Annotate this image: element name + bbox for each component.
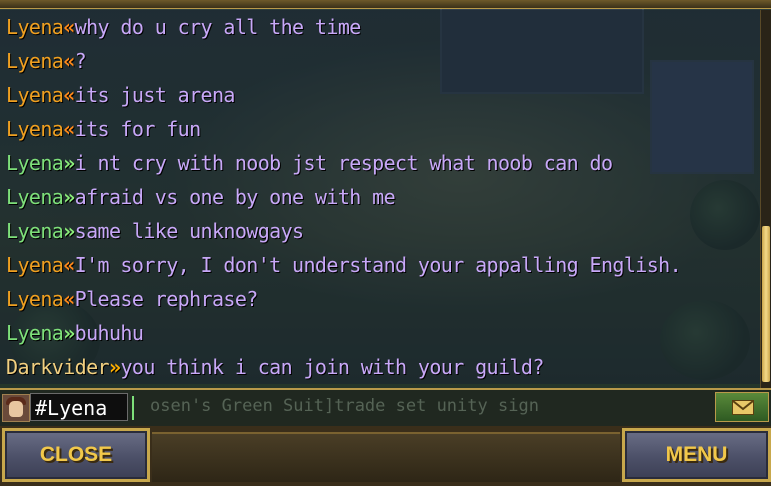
text-caret: [132, 396, 134, 420]
chat-message-text: buhuhu: [74, 321, 144, 345]
chat-message: Lyena«its just arena: [0, 78, 760, 112]
player-avatar-icon: [2, 394, 30, 422]
chat-message-text: Please rephrase?: [74, 287, 259, 311]
envelope-icon: [732, 400, 754, 415]
chat-sender-name[interactable]: Lyena: [6, 185, 64, 209]
close-button[interactable]: CLOSE: [2, 428, 150, 482]
chat-scrollbar[interactable]: [760, 10, 771, 388]
world-overlay-text: osen's Green Suit]trade set unity sign: [150, 396, 539, 416]
bottom-bar-middle: [152, 432, 620, 482]
top-frame-strip: [0, 0, 771, 9]
chat-sender-name[interactable]: Lyena: [6, 287, 64, 311]
outgoing-arrow-icon: »: [108, 355, 121, 379]
chat-message-text: why do u cry all the time: [74, 15, 362, 39]
incoming-arrow-icon: «: [63, 117, 75, 141]
chat-message-text: you think i can join with your guild?: [120, 355, 544, 379]
incoming-arrow-icon: «: [63, 49, 75, 73]
chat-message-text: i nt cry with noob jst respect what noob…: [74, 151, 613, 175]
chat-message: Darkvider»you think i can join with your…: [0, 350, 760, 384]
chat-sender-name[interactable]: Lyena: [6, 321, 64, 345]
chat-message-text: its for fun: [74, 117, 201, 141]
chat-sender-name[interactable]: Lyena: [6, 117, 64, 141]
chat-message: Lyena«its for fun: [0, 112, 760, 146]
chat-message-text: its just arena: [74, 83, 236, 107]
chat-sender-name[interactable]: Darkvider: [6, 355, 110, 379]
chat-sender-name[interactable]: Lyena: [6, 219, 64, 243]
chat-message-text: I'm sorry, I don't understand your appal…: [74, 253, 682, 277]
outgoing-arrow-icon: »: [63, 151, 75, 175]
scrollbar-thumb[interactable]: [762, 226, 770, 382]
incoming-arrow-icon: «: [63, 83, 75, 107]
chat-message: Lyena»afraid vs one by one with me: [0, 180, 760, 214]
chat-sender-name[interactable]: Lyena: [6, 49, 64, 73]
chat-message: Lyena«Please rephrase?: [0, 282, 760, 316]
incoming-arrow-icon: «: [63, 15, 75, 39]
incoming-arrow-icon: «: [63, 253, 75, 277]
chat-message: Lyena»i nt cry with noob jst respect wha…: [0, 146, 760, 180]
incoming-arrow-icon: «: [63, 287, 75, 311]
chat-message: Lyena»same like unknowgays: [0, 214, 760, 248]
chat-sender-name[interactable]: Lyena: [6, 15, 64, 39]
menu-button[interactable]: MENU: [622, 428, 771, 482]
chat-sender-name[interactable]: Lyena: [6, 83, 64, 107]
chat-sender-name[interactable]: Lyena: [6, 253, 64, 277]
outgoing-arrow-icon: »: [63, 219, 75, 243]
chat-message-text: ?: [74, 49, 87, 73]
chat-message-text: afraid vs one by one with me: [74, 185, 396, 209]
chat-message: Lyena«?: [0, 44, 760, 78]
chat-message: Lyena«I'm sorry, I don't understand your…: [0, 248, 760, 282]
chat-message-text: same like unknowgays: [74, 219, 304, 243]
outgoing-arrow-icon: »: [63, 185, 75, 209]
chat-message: Lyena»buhuhu: [0, 316, 760, 350]
chat-log[interactable]: Lyena«why do u cry all the time Lyena«? Ly…: [0, 10, 760, 384]
bottom-bar: CLOSE MENU: [0, 426, 771, 486]
chat-input-field[interactable]: #Lyena: [30, 393, 128, 421]
chat-message: Lyena«why do u cry all the time: [0, 10, 760, 44]
chat-sender-name[interactable]: Lyena: [6, 151, 64, 175]
chat-input-row: #Lyena osen's Green Suit]trade set unity…: [0, 388, 771, 428]
outgoing-arrow-icon: »: [63, 321, 75, 345]
mail-button[interactable]: [715, 392, 769, 422]
